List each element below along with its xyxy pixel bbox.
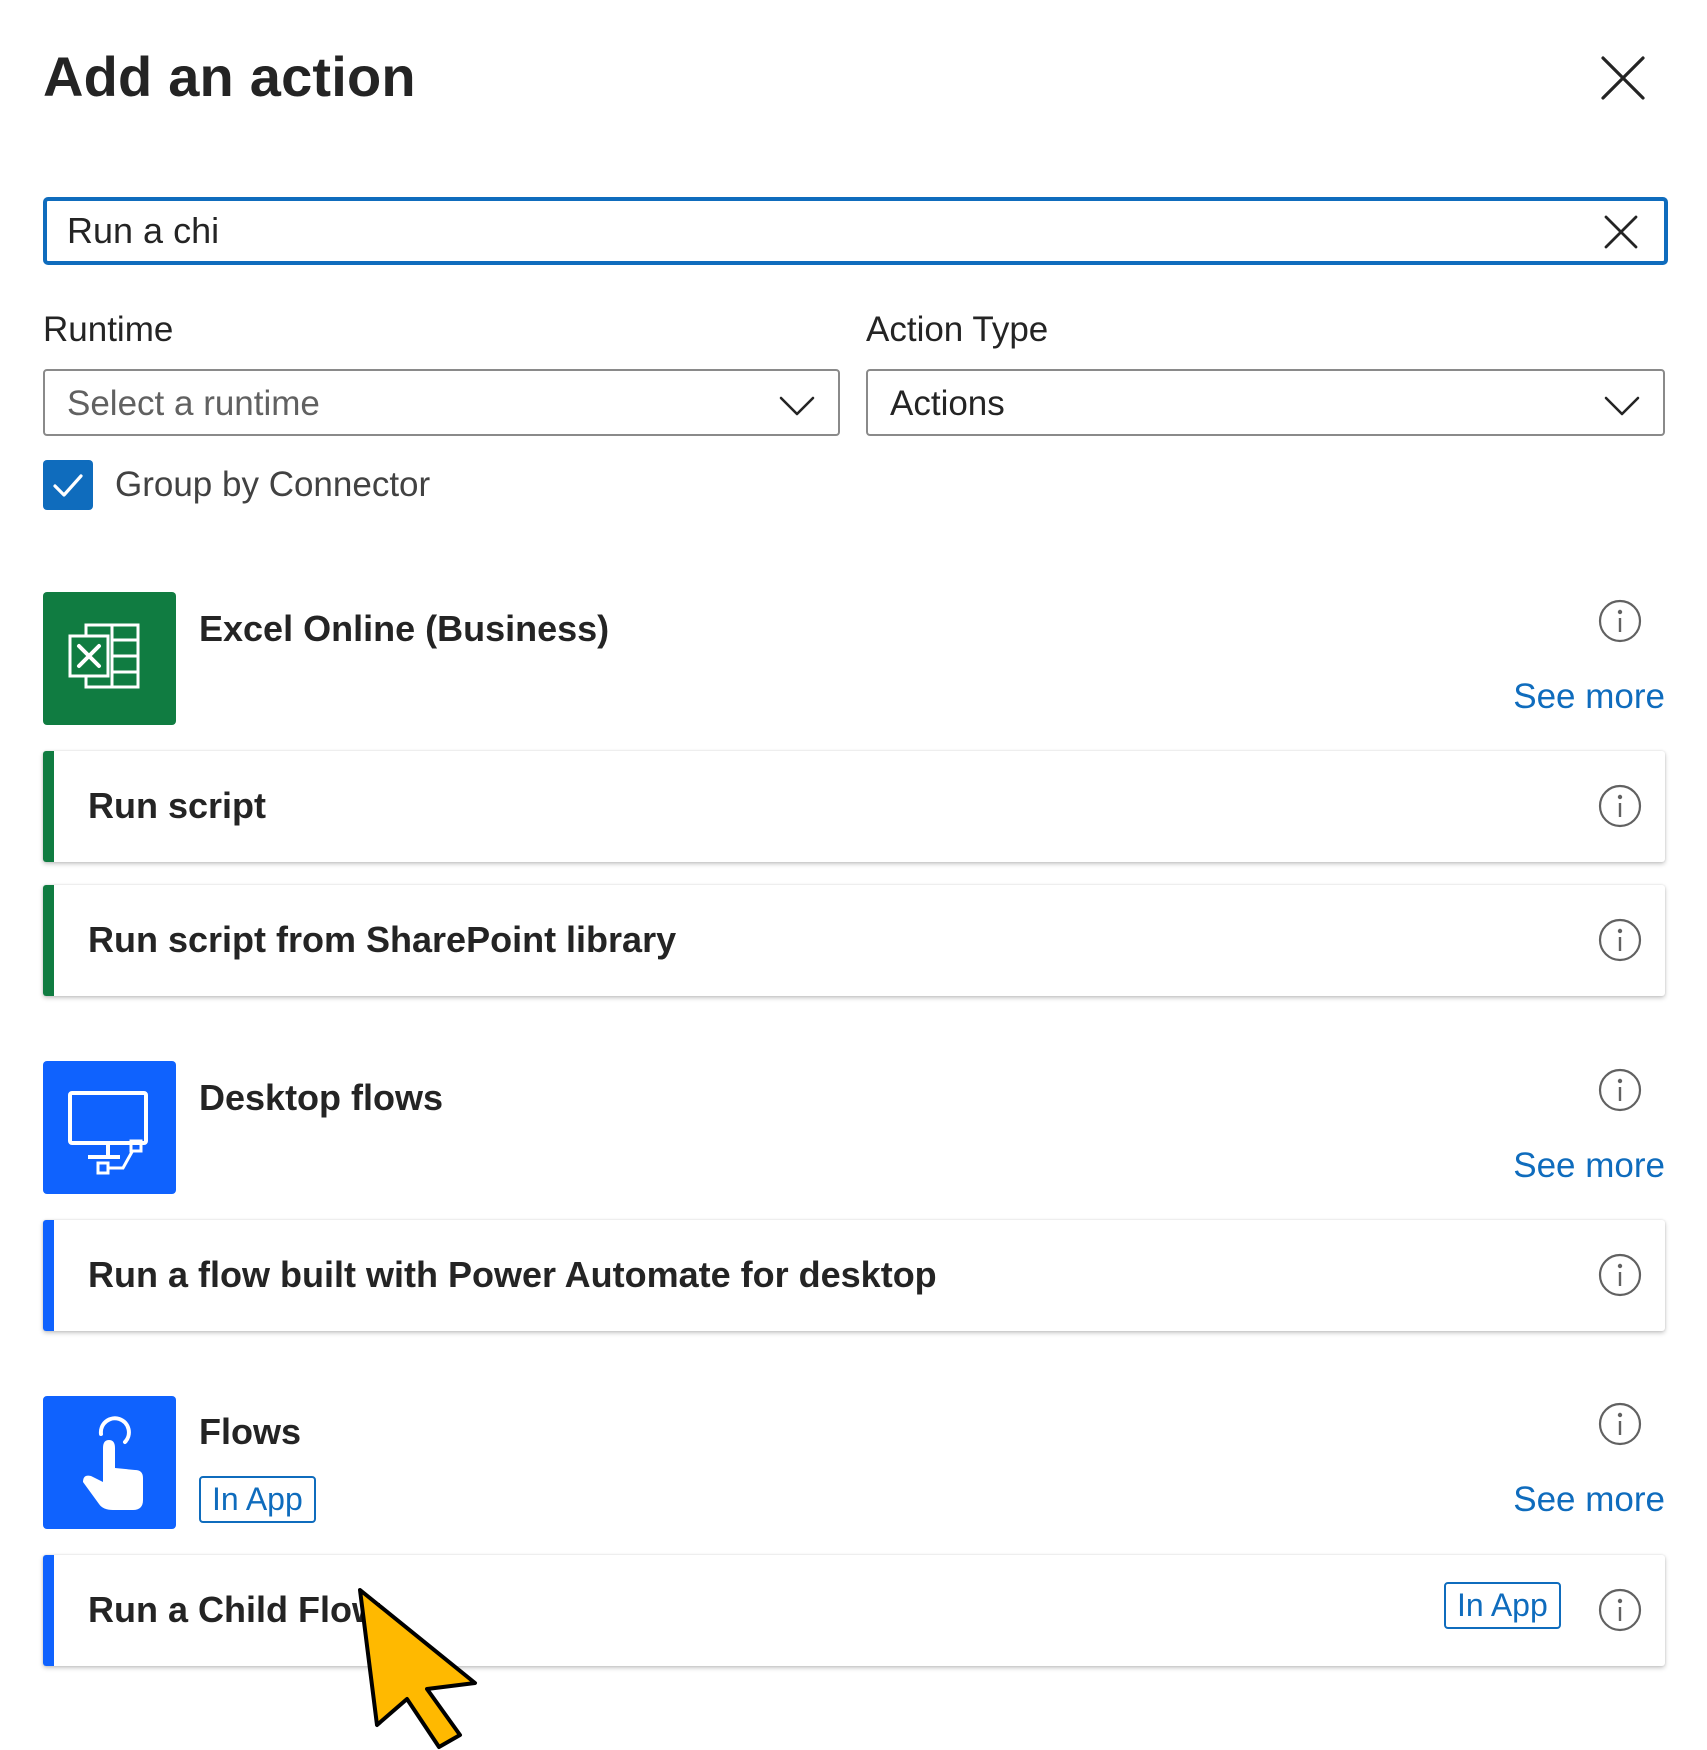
connector-name-desktop-flows: Desktop flows bbox=[199, 1077, 444, 1118]
action-type-value: Actions bbox=[890, 384, 1005, 423]
accent-bar bbox=[43, 751, 54, 862]
search-box[interactable] bbox=[43, 197, 1668, 265]
runtime-value: Select a runtime bbox=[67, 384, 320, 423]
info-icon[interactable] bbox=[1597, 917, 1643, 963]
accent-bar bbox=[43, 885, 54, 996]
panel-title: Add an action bbox=[43, 45, 416, 108]
in-app-badge: In App bbox=[1444, 1582, 1561, 1629]
info-icon[interactable] bbox=[1597, 1067, 1643, 1113]
chevron-down-icon bbox=[1604, 396, 1640, 416]
checkmark-icon bbox=[53, 474, 83, 497]
excel-icon bbox=[43, 592, 176, 725]
action-item-run-script-sharepoint[interactable]: Run script from SharePoint library bbox=[43, 885, 1665, 996]
action-item-run-desktop-flow[interactable]: Run a flow built with Power Automate for… bbox=[43, 1220, 1665, 1331]
accent-bar bbox=[43, 1555, 54, 1666]
chevron-down-icon bbox=[779, 396, 815, 416]
action-type-label: Action Type bbox=[866, 310, 1049, 349]
touch-hand-icon bbox=[43, 1396, 176, 1529]
info-icon[interactable] bbox=[1597, 1587, 1643, 1633]
action-item-run-script[interactable]: Run script bbox=[43, 751, 1665, 862]
accent-bar bbox=[43, 1220, 54, 1331]
connector-name-excel: Excel Online (Business) bbox=[199, 608, 610, 649]
see-more-link-desktop-flows[interactable]: See more bbox=[1513, 1146, 1665, 1186]
see-more-link-excel[interactable]: See more bbox=[1513, 677, 1665, 717]
action-label: Run a flow built with Power Automate for… bbox=[88, 1254, 937, 1295]
action-label: Run script bbox=[88, 785, 267, 826]
clear-search-icon[interactable] bbox=[1600, 211, 1642, 253]
group-by-connector-label: Group by Connector bbox=[115, 465, 431, 504]
info-icon[interactable] bbox=[1597, 1252, 1643, 1298]
connector-name-flows: Flows bbox=[199, 1411, 302, 1452]
see-more-link-flows[interactable]: See more bbox=[1513, 1480, 1665, 1520]
in-app-badge: In App bbox=[199, 1476, 316, 1523]
info-icon[interactable] bbox=[1597, 783, 1643, 829]
action-item-run-child-flow[interactable]: Run a Child Flow In App bbox=[43, 1555, 1665, 1666]
action-type-dropdown[interactable]: Actions bbox=[866, 369, 1665, 436]
runtime-label: Runtime bbox=[43, 310, 174, 349]
info-icon[interactable] bbox=[1597, 598, 1643, 644]
add-action-panel: Add an action Runtime Select a runtime A… bbox=[0, 0, 1707, 1700]
runtime-dropdown[interactable]: Select a runtime bbox=[43, 369, 840, 436]
close-icon[interactable] bbox=[1595, 50, 1651, 106]
search-input[interactable] bbox=[67, 207, 1547, 255]
action-label: Run a Child Flow bbox=[88, 1589, 380, 1630]
action-label: Run script from SharePoint library bbox=[88, 919, 677, 960]
info-icon[interactable] bbox=[1597, 1401, 1643, 1447]
group-by-connector-checkbox[interactable] bbox=[43, 460, 93, 510]
desktop-flow-icon bbox=[43, 1061, 176, 1194]
